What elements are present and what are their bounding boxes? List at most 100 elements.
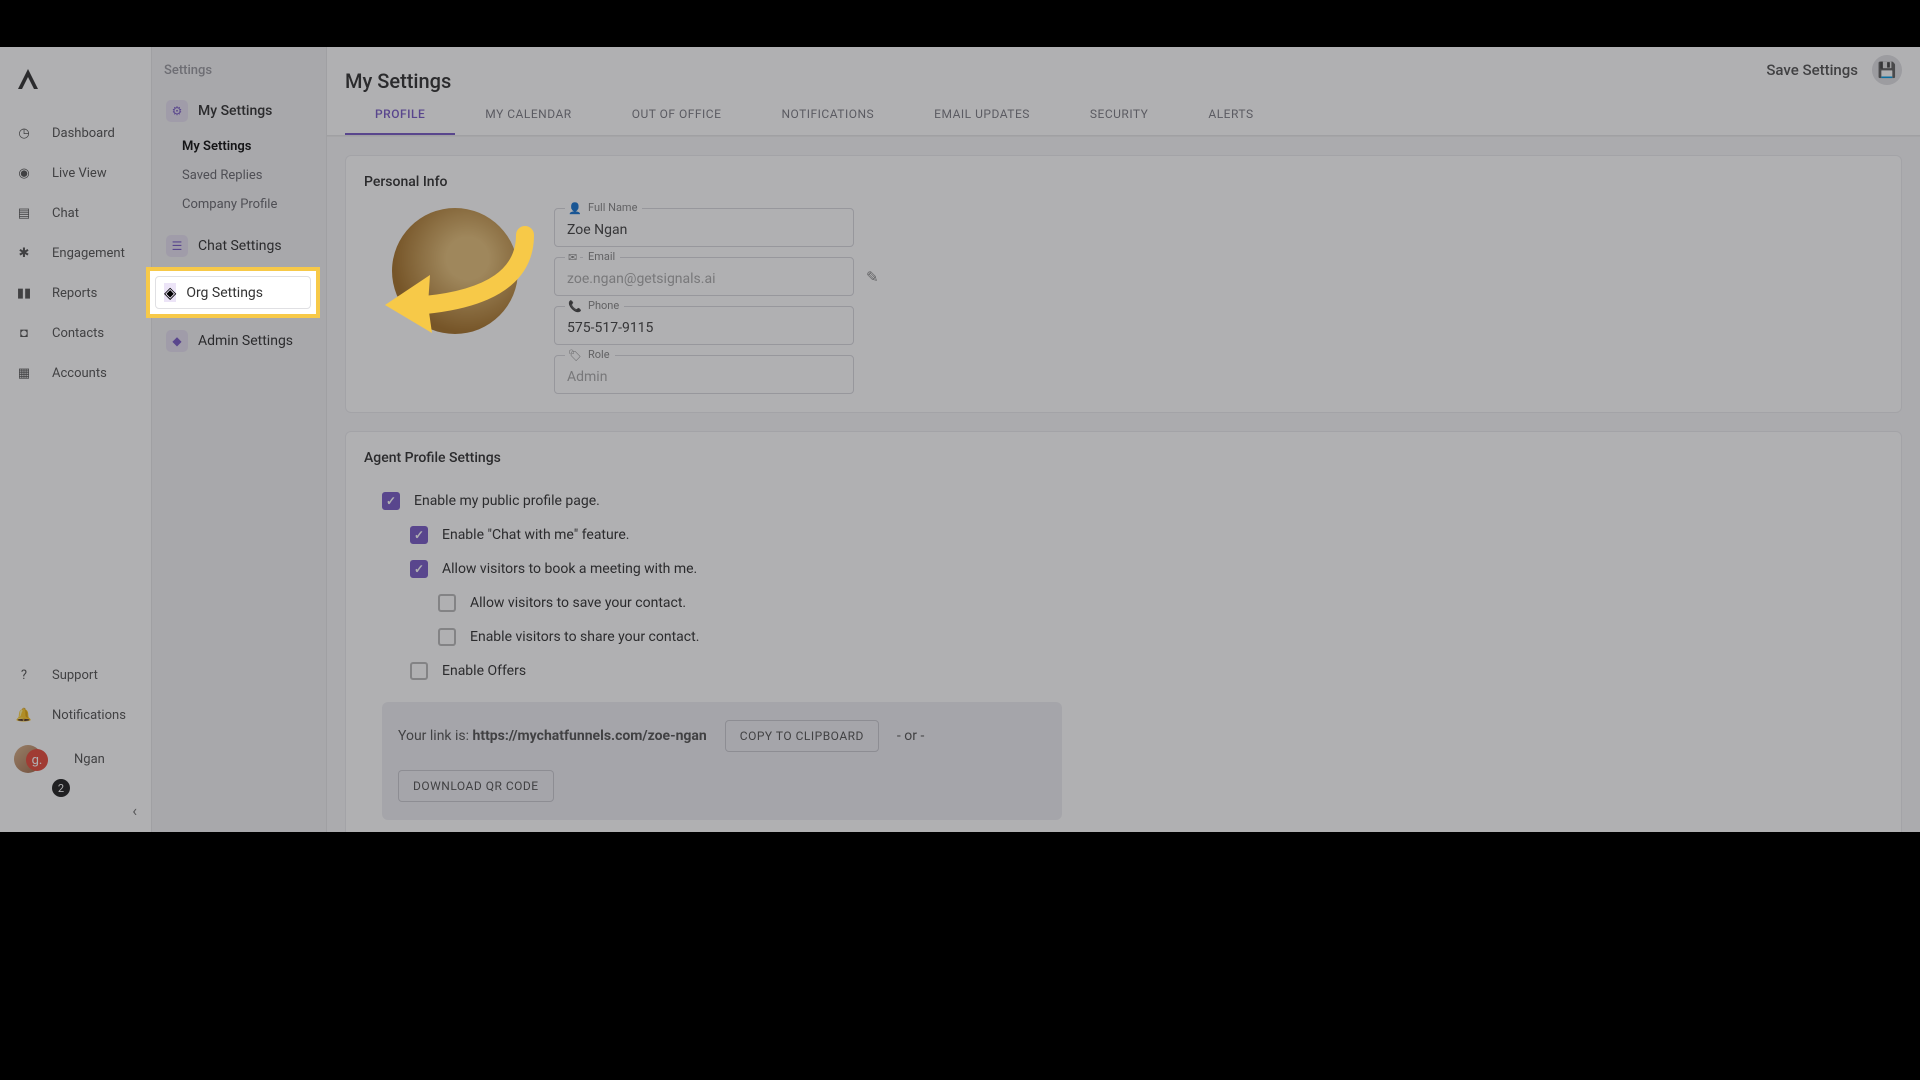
full-name-field[interactable]: 👤 Full Name: [554, 208, 854, 247]
gear-icon: ⚙: [166, 100, 188, 122]
profile-link-bar: Your link is: https://mychatfunnels.com/…: [382, 702, 1062, 820]
role-input: [567, 369, 841, 385]
nav-label: Contacts: [52, 326, 104, 341]
nav-label: Reports: [52, 286, 97, 301]
checkbox-label: Enable "Chat with me" feature.: [442, 527, 629, 543]
tab-notifications[interactable]: NOTIFICATIONS: [751, 93, 904, 135]
primary-nav: ◷Dashboard ◉Live View ▤Chat ✱Engagement …: [0, 47, 152, 832]
checkbox-option[interactable]: Enable Offers: [410, 654, 1883, 688]
personal-info-header: Personal Info: [364, 174, 1883, 190]
checkbox-option[interactable]: Allow visitors to book a meeting with me…: [410, 552, 1883, 586]
download-qr-button[interactable]: DOWNLOAD QR CODE: [398, 770, 554, 802]
org-settings-highlight: ◈ Org Settings: [146, 267, 320, 318]
collapse-nav-button[interactable]: ‹: [0, 797, 151, 832]
sidebar-sub-my-settings[interactable]: My Settings: [162, 132, 316, 161]
checkbox-icon: [410, 526, 428, 544]
checkbox-label: Allow visitors to book a meeting with me…: [442, 561, 697, 577]
nav-support[interactable]: ? Support: [0, 655, 151, 695]
nav-accounts[interactable]: ▦ Accounts: [0, 353, 151, 393]
chat-icon: ▤: [14, 203, 34, 223]
live-view-icon: ◉: [14, 163, 34, 183]
nav-label: Chat: [52, 206, 79, 221]
user-name: Ngan: [74, 752, 105, 767]
save-label: Save Settings: [1766, 61, 1858, 79]
profile-avatar[interactable]: [392, 208, 518, 334]
tab-email-updates[interactable]: EMAIL UPDATES: [904, 93, 1060, 135]
sidebar-org-settings[interactable]: Org Settings: [186, 285, 263, 301]
checkbox-option[interactable]: Enable "Chat with me" feature.: [410, 518, 1883, 552]
dashboard-icon: ◷: [14, 123, 34, 143]
checkbox-label: Allow visitors to save your contact.: [470, 595, 686, 611]
status-dot: g.: [26, 749, 48, 771]
email-input: [567, 271, 841, 287]
edit-email-icon[interactable]: ✎: [866, 268, 879, 286]
nav-reports[interactable]: ▮▮ Reports: [0, 273, 151, 313]
agent-profile-card: Agent Profile Settings Enable my public …: [345, 431, 1902, 832]
reports-icon: ▮▮: [14, 283, 34, 303]
tab-my-calendar[interactable]: MY CALENDAR: [455, 93, 601, 135]
sidebar-label: Chat Settings: [198, 238, 282, 254]
tab-out-of-office[interactable]: OUT OF OFFICE: [602, 93, 752, 135]
nav-label: Live View: [52, 166, 107, 181]
nav-dashboard[interactable]: ◷Dashboard: [0, 113, 151, 153]
chat-settings-icon: ☰: [166, 235, 188, 257]
settings-sidebar: Settings ⚙ My Settings My Settings Saved …: [152, 47, 327, 832]
nav-user[interactable]: g. Ngan: [0, 735, 151, 783]
checkbox-icon: [382, 492, 400, 510]
field-label: Phone: [583, 299, 624, 312]
phone-field[interactable]: 📞 Phone: [554, 306, 854, 345]
nav-chat[interactable]: ▤ Chat: [0, 193, 151, 233]
sidebar-admin-settings[interactable]: ◆ Admin Settings: [162, 322, 316, 360]
checkbox-option[interactable]: Allow visitors to save your contact.: [438, 586, 1883, 620]
full-name-input[interactable]: [567, 222, 841, 238]
sidebar-sub-company-profile[interactable]: Company Profile: [162, 190, 316, 219]
bell-icon: 🔔: [14, 705, 34, 725]
agent-profile-header: Agent Profile Settings: [364, 450, 1883, 466]
nav-label: Notifications: [52, 708, 126, 723]
email-field: ✉ Email: [554, 257, 854, 296]
nav-label: Support: [52, 668, 98, 683]
checkbox-label: Enable my public profile page.: [414, 493, 600, 509]
page-title: My Settings: [345, 47, 491, 93]
checkbox-option[interactable]: Enable visitors to share your contact.: [438, 620, 1883, 654]
nav-label: Accounts: [52, 366, 107, 381]
personal-info-card: Personal Info 👤 Full Name: [345, 155, 1902, 413]
checkbox-label: Enable visitors to share your contact.: [470, 629, 699, 645]
email-icon: ✉: [565, 251, 580, 264]
role-field: 🏷 Role: [554, 355, 854, 394]
tab-profile[interactable]: PROFILE: [345, 93, 455, 135]
checkbox-icon: [438, 628, 456, 646]
sidebar-chat-settings[interactable]: ☰ Chat Settings: [162, 227, 316, 265]
phone-input[interactable]: [567, 320, 841, 336]
admin-icon: ◆: [166, 330, 188, 352]
sidebar-my-settings[interactable]: ⚙ My Settings: [162, 92, 316, 130]
nav-contacts[interactable]: ◘Contacts: [0, 313, 151, 353]
tabs: PROFILE MY CALENDAR OUT OF OFFICE NOTIFI…: [327, 93, 1920, 136]
field-label: Email: [583, 250, 620, 263]
checkbox-label: Enable Offers: [442, 663, 526, 679]
nav-label: Engagement: [52, 246, 125, 261]
save-settings[interactable]: Save Settings 💾: [1766, 55, 1902, 85]
help-icon: ?: [14, 665, 34, 685]
copy-to-clipboard-button[interactable]: COPY TO CLIPBOARD: [725, 720, 879, 752]
field-label: Full Name: [583, 201, 642, 214]
role-icon: 🏷: [565, 349, 585, 362]
checkbox-icon: [410, 662, 428, 680]
person-icon: 👤: [565, 202, 585, 215]
org-icon: ◈: [164, 283, 176, 302]
nav-live-view[interactable]: ◉ Live View: [0, 153, 151, 193]
app-logo: [14, 65, 42, 93]
accounts-icon: ▦: [14, 363, 34, 383]
checkbox-icon: [410, 560, 428, 578]
tab-security[interactable]: SECURITY: [1060, 93, 1179, 135]
sidebar-sub-saved-replies[interactable]: Saved Replies: [162, 161, 316, 190]
nav-engagement[interactable]: ✱Engagement: [0, 233, 151, 273]
profile-link: https://mychatfunnels.com/zoe-ngan: [472, 728, 706, 744]
tab-alerts[interactable]: ALERTS: [1178, 93, 1283, 135]
settings-header: Settings: [162, 63, 316, 78]
nav-notifications[interactable]: 🔔 Notifications: [0, 695, 151, 735]
sidebar-label: Admin Settings: [198, 333, 293, 349]
checkbox-option[interactable]: Enable my public profile page.: [382, 484, 1883, 518]
link-prefix: Your link is: https://mychatfunnels.com/…: [398, 728, 707, 744]
sidebar-label: My Settings: [198, 103, 272, 119]
